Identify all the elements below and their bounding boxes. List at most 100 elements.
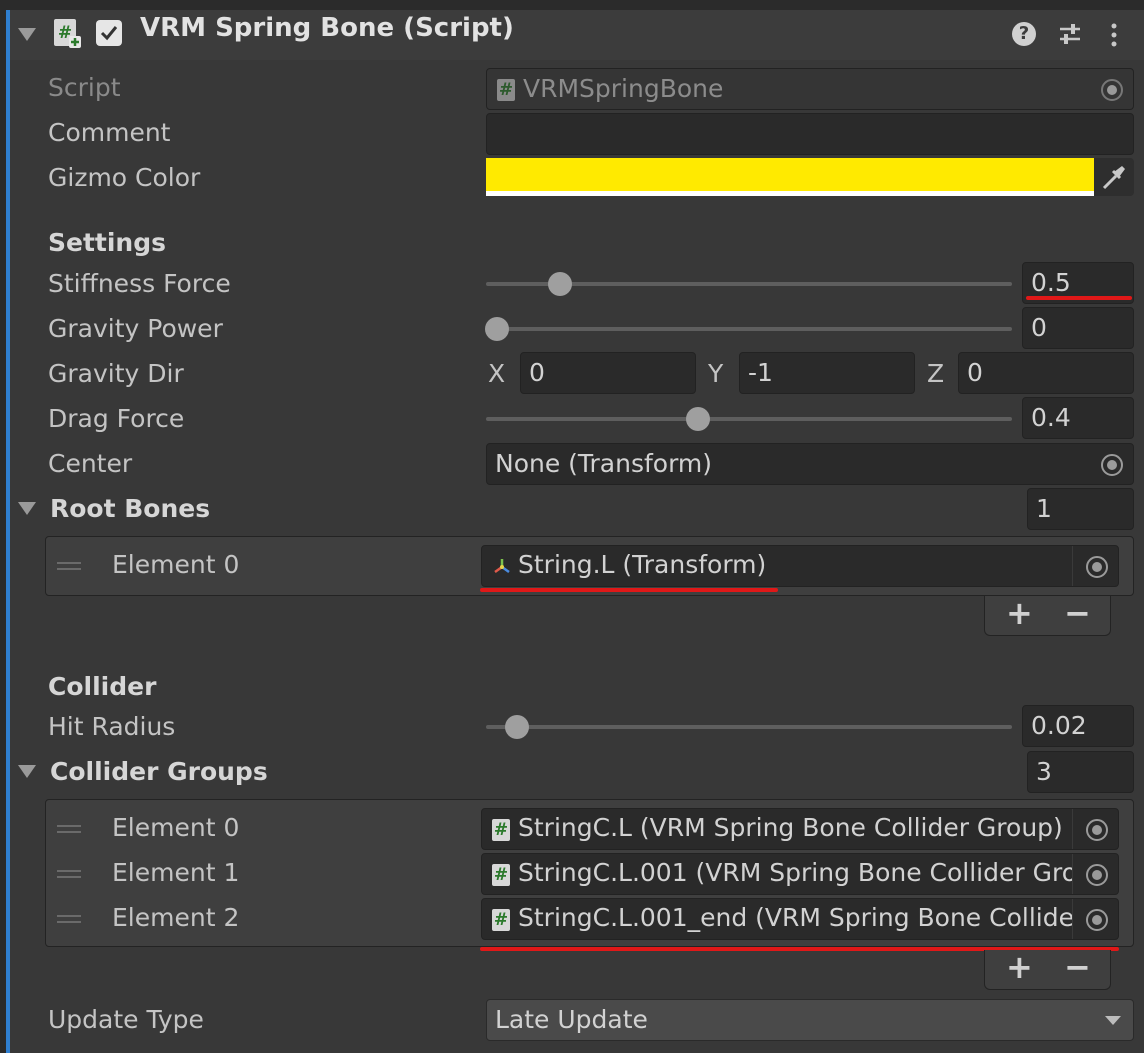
update-type-label: Update Type — [48, 1005, 204, 1034]
drag-force-slider-track[interactable] — [486, 417, 1012, 421]
script-file-icon: # — [492, 864, 510, 886]
collider-groups-element-field[interactable]: # StringC.L (VRM Spring Bone Collider Gr… — [481, 808, 1119, 850]
object-picker-icon[interactable] — [1086, 909, 1108, 931]
collider-groups-element-field[interactable]: # StringC.L.001_end (VRM Spring Bone Col… — [481, 898, 1119, 940]
highlight-underline — [1026, 296, 1132, 300]
gravity-dir-z-value: 0 — [967, 358, 983, 387]
gizmo-color-label: Gizmo Color — [48, 163, 201, 192]
root-bones-add-remove — [984, 596, 1111, 636]
collider-groups-foldout-icon[interactable] — [18, 765, 36, 778]
object-picker-icon[interactable] — [1086, 556, 1108, 578]
script-file-icon: # — [497, 79, 515, 101]
collider-groups-add-button[interactable]: + — [1006, 951, 1033, 983]
gravity-power-slider-handle[interactable] — [485, 317, 509, 341]
object-picker-icon[interactable] — [1101, 79, 1123, 101]
collider-groups-size-field[interactable]: 3 — [1027, 751, 1134, 793]
drag-handle-icon[interactable] — [57, 915, 81, 923]
foldout-arrow-icon[interactable] — [18, 28, 36, 41]
comment-label: Comment — [48, 118, 171, 147]
checkmark-icon — [100, 26, 118, 41]
gizmo-color-swatch[interactable] — [486, 158, 1094, 196]
component-title: VRM Spring Bone (Script) — [140, 13, 514, 43]
script-field[interactable]: # VRMSpringBone — [486, 68, 1134, 110]
gravity-dir-x-field[interactable]: 0 — [520, 352, 696, 394]
comment-field[interactable] — [486, 113, 1134, 155]
hit-radius-value: 0.02 — [1031, 711, 1087, 740]
root-bones-add-button[interactable]: + — [1006, 597, 1033, 629]
menu-icon[interactable] — [1104, 22, 1124, 48]
hit-radius-label: Hit Radius — [48, 712, 176, 741]
collider-groups-element-label: Element 1 — [112, 858, 240, 887]
enable-checkbox[interactable] — [96, 20, 122, 46]
update-type-dropdown[interactable]: Late Update — [486, 999, 1134, 1041]
gravity-power-field[interactable]: 0 — [1022, 307, 1134, 349]
highlight-underline — [480, 588, 778, 592]
drag-handle-icon[interactable] — [57, 562, 81, 570]
center-field[interactable]: None (Transform) — [486, 443, 1134, 485]
drag-force-field[interactable]: 0.4 — [1022, 397, 1134, 439]
collider-groups-remove-button[interactable]: − — [1064, 951, 1091, 983]
collider-groups-element-label: Element 0 — [112, 813, 240, 842]
script-value: VRMSpringBone — [523, 74, 724, 103]
hit-radius-slider-handle[interactable] — [505, 715, 529, 739]
gravity-dir-y-label[interactable]: Y — [708, 359, 723, 388]
hit-radius-slider-track[interactable] — [486, 725, 1012, 729]
collider-groups-element-value: StringC.L.001 (VRM Spring Bone Collider … — [518, 858, 1073, 887]
script-icon: # — [52, 18, 82, 48]
gravity-dir-z-field[interactable]: 0 — [958, 352, 1134, 394]
stiffness-slider-handle[interactable] — [548, 272, 572, 296]
field-divider — [1072, 854, 1073, 894]
collider-groups-element-value: StringC.L.001_end (VRM Spring Bone Colli… — [518, 903, 1073, 932]
transform-icon — [494, 559, 510, 574]
script-file-icon: # — [492, 819, 510, 841]
center-value: None (Transform) — [495, 449, 713, 478]
root-bones-element-value: String.L (Transform) — [518, 550, 767, 579]
root-bones-size-field[interactable]: 1 — [1027, 488, 1134, 530]
field-divider — [1072, 899, 1073, 939]
collider-groups-element-label: Element 2 — [112, 903, 240, 932]
eyedropper-button[interactable] — [1094, 158, 1134, 196]
drag-handle-icon[interactable] — [57, 825, 81, 833]
gravity-power-slider-track[interactable] — [486, 327, 1012, 331]
drag-force-label: Drag Force — [48, 404, 185, 433]
gravity-dir-label: Gravity Dir — [48, 359, 184, 388]
update-type-value: Late Update — [495, 1005, 648, 1034]
root-bones-size-value: 1 — [1036, 494, 1052, 523]
gravity-dir-x-value: 0 — [529, 358, 545, 387]
collider-groups-element-value: StringC.L (VRM Spring Bone Collider Grou… — [518, 813, 1063, 842]
object-picker-icon[interactable] — [1086, 819, 1108, 841]
script-label: Script — [48, 73, 121, 102]
settings-heading: Settings — [48, 228, 167, 257]
component-accent-bar — [6, 10, 10, 1053]
object-picker-icon[interactable] — [1101, 454, 1123, 476]
field-divider — [1072, 546, 1073, 586]
drag-force-slider-handle[interactable] — [686, 407, 710, 431]
root-bones-element-field[interactable]: String.L (Transform) — [481, 545, 1119, 587]
drag-force-value: 0.4 — [1031, 403, 1071, 432]
gravity-power-value: 0 — [1031, 313, 1047, 342]
collider-groups-size-value: 3 — [1036, 757, 1052, 786]
gravity-dir-y-value: -1 — [748, 358, 773, 387]
root-bones-element-label: Element 0 — [112, 550, 240, 579]
preset-icon[interactable] — [1058, 22, 1082, 46]
top-border — [0, 0, 1144, 10]
collider-heading: Collider — [48, 672, 157, 701]
chevron-down-icon — [1105, 1016, 1121, 1025]
root-bones-label[interactable]: Root Bones — [50, 494, 210, 523]
root-bones-foldout-icon[interactable] — [18, 502, 36, 515]
root-bones-remove-button[interactable]: − — [1064, 597, 1091, 629]
gravity-dir-z-label[interactable]: Z — [927, 359, 944, 388]
center-label: Center — [48, 449, 133, 478]
collider-groups-element-field[interactable]: # StringC.L.001 (VRM Spring Bone Collide… — [481, 853, 1119, 895]
script-file-icon: # — [492, 909, 510, 931]
gravity-power-label: Gravity Power — [48, 314, 223, 343]
eyedropper-icon — [1102, 166, 1125, 190]
gravity-dir-y-field[interactable]: -1 — [739, 352, 915, 394]
gravity-dir-x-label[interactable]: X — [488, 359, 505, 388]
object-picker-icon[interactable] — [1086, 864, 1108, 886]
hit-radius-field[interactable]: 0.02 — [1022, 705, 1134, 747]
help-icon[interactable]: ? — [1012, 22, 1036, 46]
collider-groups-label[interactable]: Collider Groups — [50, 757, 268, 786]
drag-handle-icon[interactable] — [57, 870, 81, 878]
collider-groups-add-remove — [984, 950, 1111, 990]
